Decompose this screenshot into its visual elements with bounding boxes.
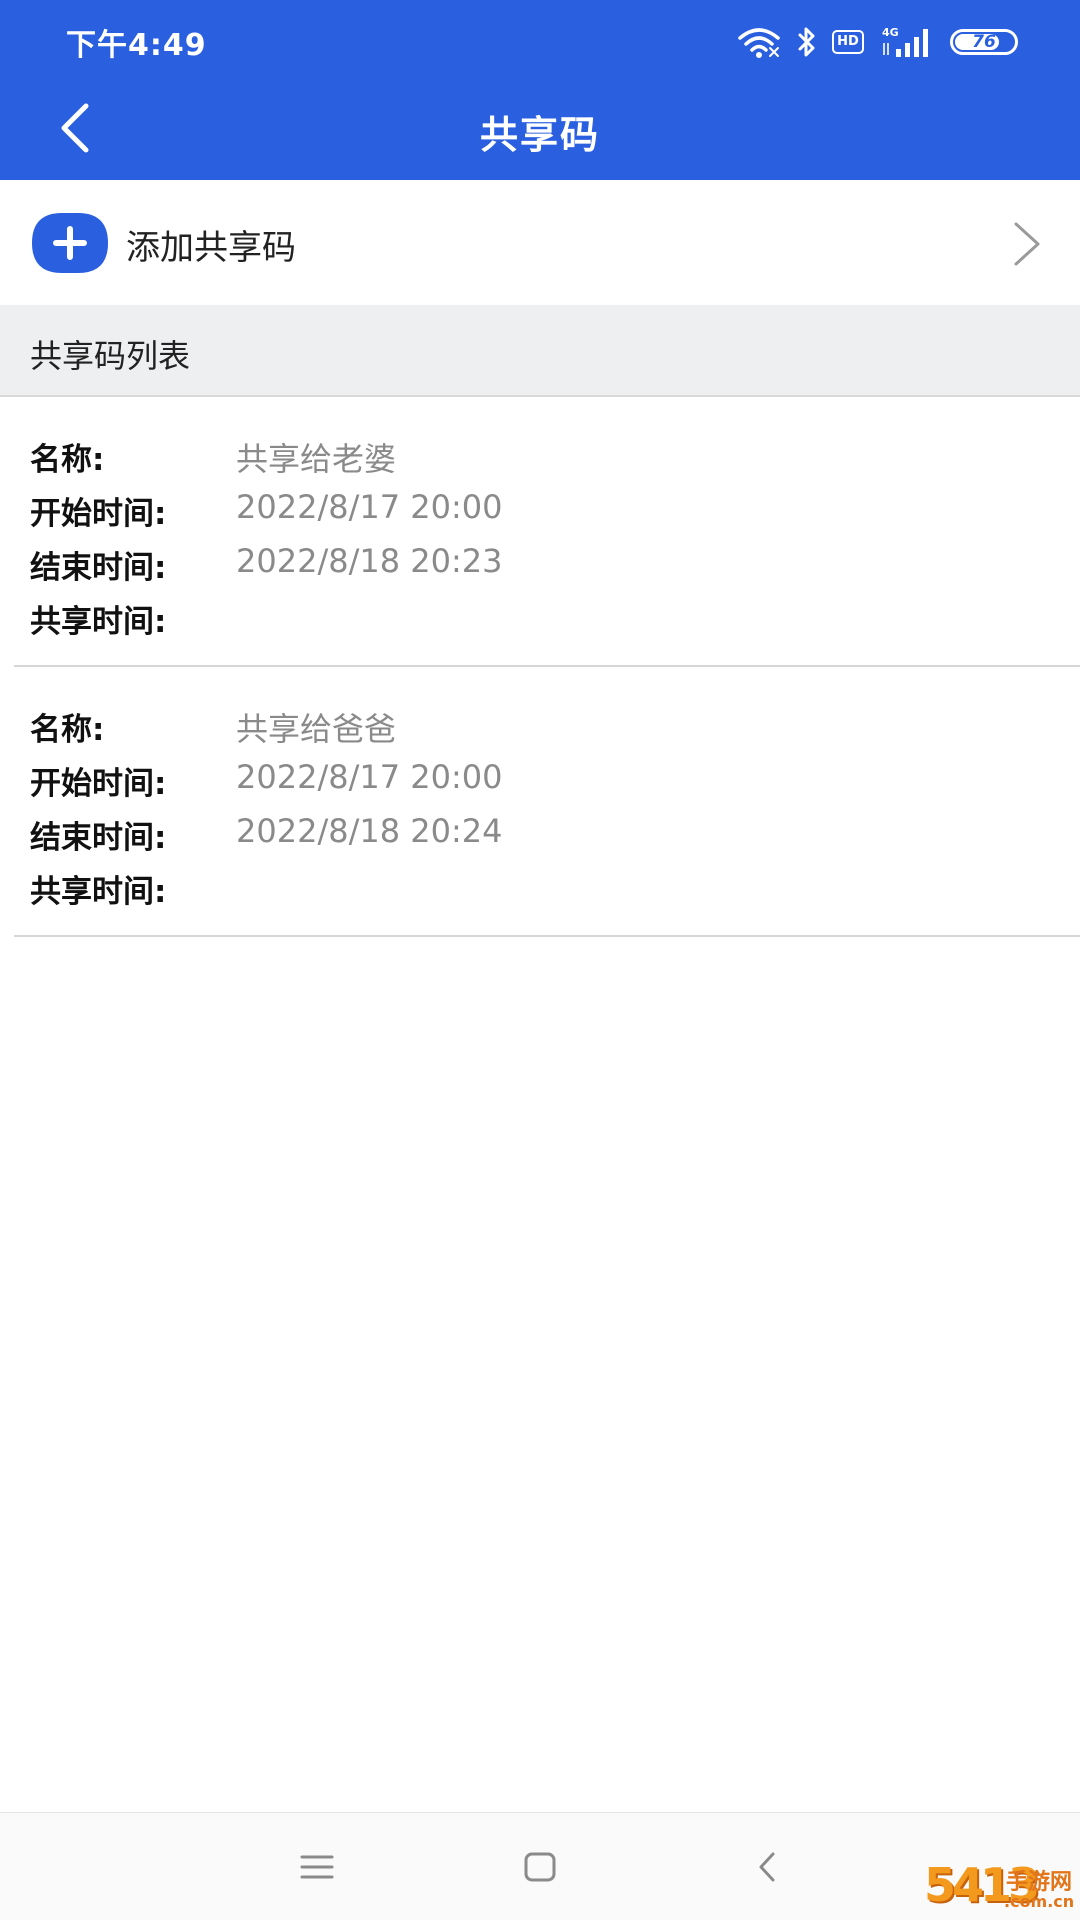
network-type-label: 4G xyxy=(882,26,899,39)
bluetooth-icon xyxy=(796,26,818,58)
add-share-code-button[interactable]: 添加共享码 xyxy=(0,180,1080,305)
watermark-sub: .com.cn xyxy=(1004,1892,1075,1911)
menu-icon xyxy=(300,1855,334,1879)
end-time-label: 结束时间: xyxy=(30,820,167,856)
system-nav-bar: 5413 手游网 .com.cn xyxy=(0,1812,1080,1920)
name-value: 共享给老婆 xyxy=(236,440,397,478)
share-time-label: 共享时间: xyxy=(30,874,167,910)
share-time-label: 共享时间: xyxy=(30,604,167,640)
section-header: 共享码列表 xyxy=(0,305,1080,397)
app-header: 下午4:49 HD 4G 76 共享码 xyxy=(0,0,1080,180)
end-time-value: 2022/8/18 20:23 xyxy=(236,542,503,580)
end-time-row: 结束时间: 2022/8/18 20:24 xyxy=(30,812,1070,866)
name-row: 名称: 共享给老婆 xyxy=(30,434,1070,488)
back-button[interactable] xyxy=(44,96,104,160)
share-code-list: 名称: 共享给老婆 开始时间: 2022/8/17 20:00 结束时间: 20… xyxy=(0,397,1080,937)
plus-circle-icon xyxy=(32,213,108,273)
nav-back-button[interactable] xyxy=(739,1841,795,1893)
name-label: 名称: xyxy=(30,442,105,478)
end-time-row: 结束时间: 2022/8/18 20:23 xyxy=(30,542,1070,596)
start-time-row: 开始时间: 2022/8/17 20:00 xyxy=(30,488,1070,542)
chevron-left-icon xyxy=(61,103,89,153)
back-triangle-icon xyxy=(759,1852,775,1882)
page-title: 共享码 xyxy=(479,113,600,157)
list-item[interactable]: 名称: 共享给老婆 开始时间: 2022/8/17 20:00 结束时间: 20… xyxy=(14,397,1080,667)
signal-icon: 4G xyxy=(878,25,936,59)
wifi-icon xyxy=(736,26,782,58)
name-value: 共享给爸爸 xyxy=(236,710,397,748)
list-item[interactable]: 名称: 共享给爸爸 开始时间: 2022/8/17 20:00 结束时间: 20… xyxy=(14,667,1080,937)
hd-badge: HD xyxy=(832,30,864,54)
start-time-row: 开始时间: 2022/8/17 20:00 xyxy=(30,758,1070,812)
start-time-value: 2022/8/17 20:00 xyxy=(236,758,503,796)
watermark-logo: 5413 手游网 .com.cn xyxy=(924,1858,1074,1916)
end-time-label: 结束时间: xyxy=(30,550,167,586)
battery-indicator: 76 xyxy=(950,29,1018,55)
home-square-icon xyxy=(524,1852,556,1882)
start-time-label: 开始时间: xyxy=(30,496,167,532)
start-time-value: 2022/8/17 20:00 xyxy=(236,488,503,526)
status-time: 下午4:49 xyxy=(66,28,207,63)
menu-button[interactable] xyxy=(289,1841,345,1893)
battery-level: 76 xyxy=(972,32,996,52)
title-bar: 共享码 xyxy=(0,82,1080,180)
add-share-code-label: 添加共享码 xyxy=(126,228,296,268)
chevron-right-icon xyxy=(1014,222,1040,266)
status-icons: HD 4G 76 xyxy=(736,22,1018,62)
section-title: 共享码列表 xyxy=(30,337,191,375)
home-button[interactable] xyxy=(512,1841,568,1893)
name-label: 名称: xyxy=(30,712,105,748)
start-time-label: 开始时间: xyxy=(30,766,167,802)
status-bar: 下午4:49 HD 4G 76 xyxy=(0,0,1080,82)
share-time-row: 共享时间: xyxy=(30,866,1070,920)
name-row: 名称: 共享给爸爸 xyxy=(30,704,1070,758)
share-time-row: 共享时间: xyxy=(30,596,1070,650)
end-time-value: 2022/8/18 20:24 xyxy=(236,812,503,850)
